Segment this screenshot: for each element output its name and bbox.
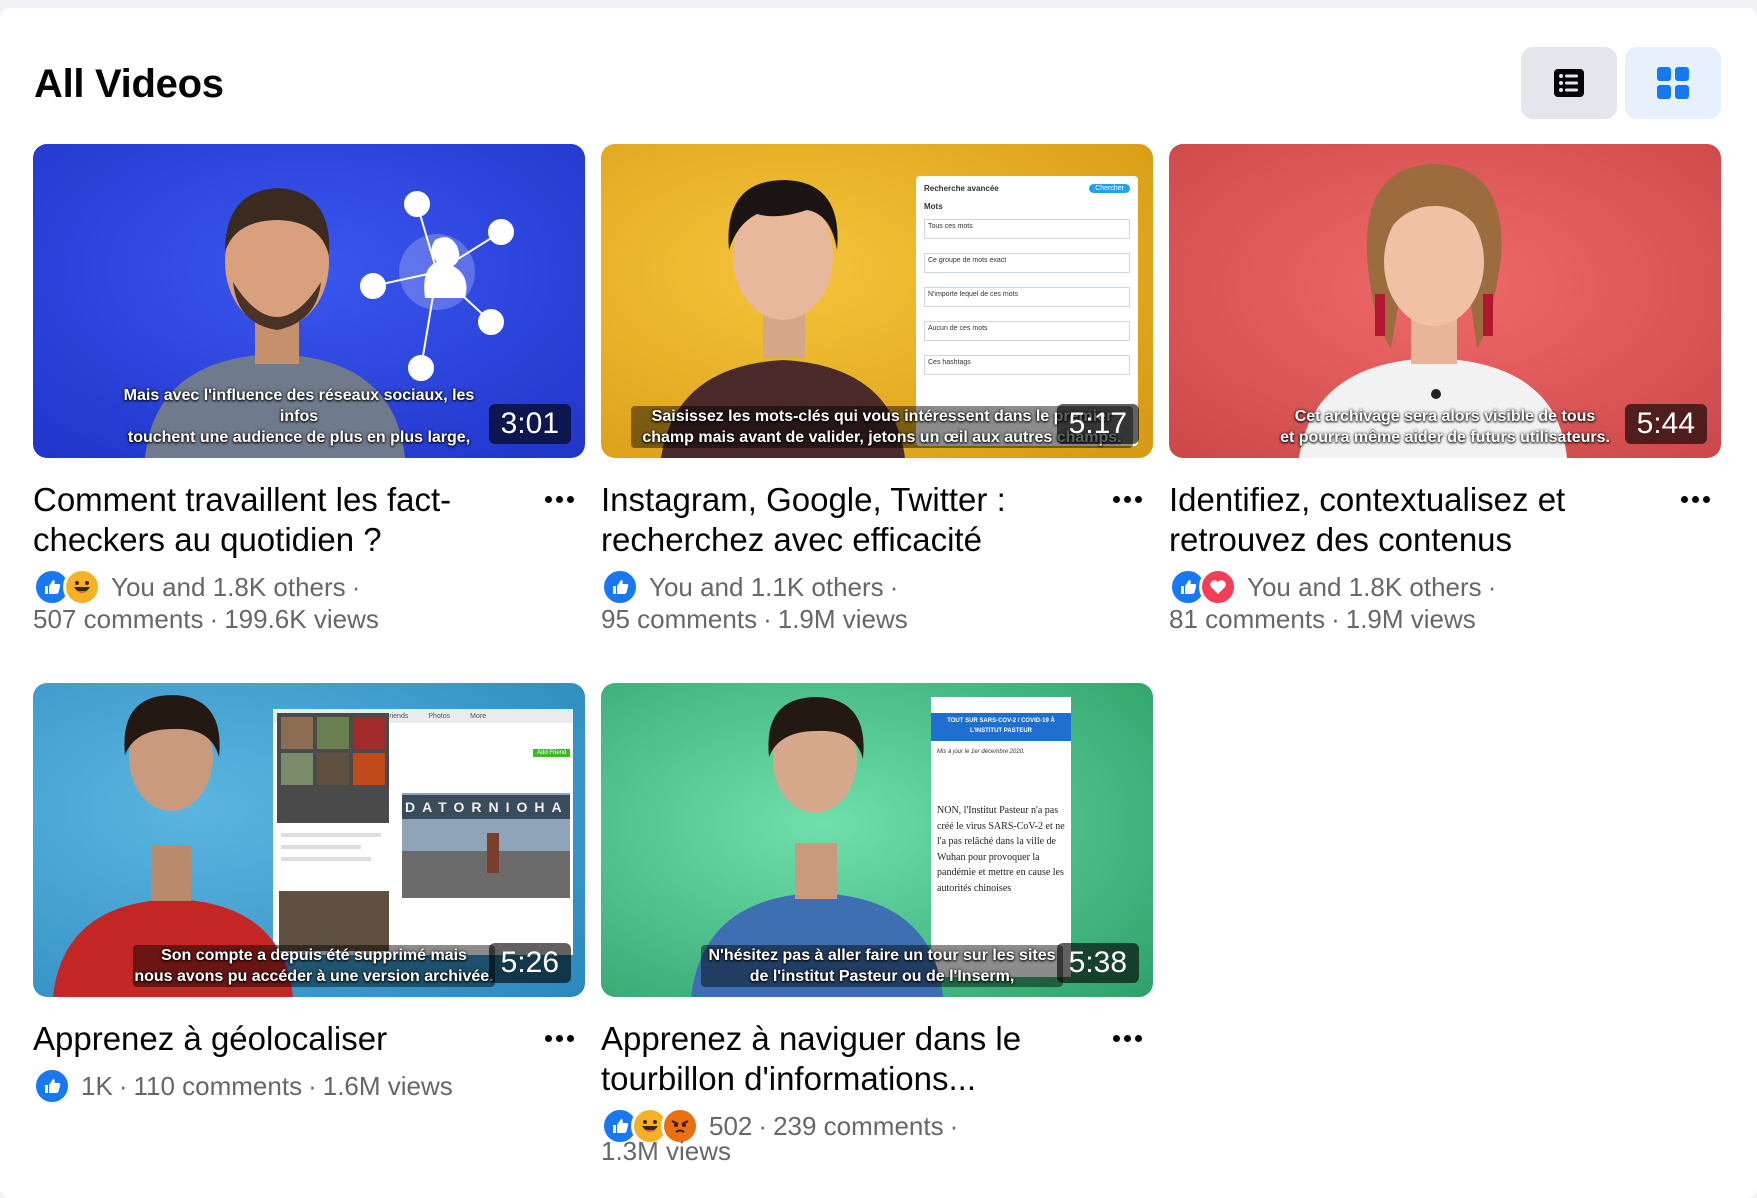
video-title[interactable]: Apprenez à géolocaliser [33,1019,503,1059]
views-count: 1.9M views [1345,604,1476,634]
dot-icon [566,495,574,503]
video-thumbnail[interactable]: Mais avec l'influence des réseaux sociau… [33,144,585,458]
video-stats: You and 1.8K others · 81 comments · 1.9M vi… [1169,568,1689,636]
overlay-add-friend: Add Friend [533,749,571,757]
video-card: Friends Photos More Add Friend DATORNIOH… [33,683,585,1105]
video-duration: 5:26 [488,943,571,983]
dot-icon [544,1034,552,1042]
dot-icon [1123,495,1131,503]
views-count: 1.6M views [322,1070,453,1101]
video-stats: You and 1.1K others · 95 comments · 1.9M vi… [601,568,1121,636]
video-caption: N'hésitez pas à aller faire un tour sur … [701,945,1063,987]
overlay-updated: Mis à jour le 1er décembre 2020. [937,749,1025,755]
reaction-icons[interactable] [1169,568,1237,606]
more-options-button[interactable] [537,484,581,514]
video-card: Cet archivage sera alors visible de tous… [1169,144,1721,634]
like-reaction-icon [33,1067,71,1105]
more-options-button[interactable] [1105,1023,1149,1053]
overlay-field: N'importe lequel de ces mots [924,287,1130,307]
overlay-section: Mots [924,202,943,211]
list-view-button[interactable] [1521,47,1617,119]
overlay-tab: Photos [428,713,451,720]
dot-icon [1112,1034,1120,1042]
reactors-text[interactable]: You and 1.8K others [111,571,346,604]
video-thumbnail[interactable]: Cet archivage sera alors visible de tous… [1169,144,1721,458]
haha-reaction-icon [63,568,101,606]
love-reaction-icon [1199,568,1237,606]
overlay-banner: TOUT SUR SARS-COV-2 / COVID-19 À L'INSTI… [947,718,1055,734]
dot-icon [566,1034,574,1042]
dot-icon [1691,495,1699,503]
overlay-search-button: Chercher [1089,183,1130,193]
video-title[interactable]: Instagram, Google, Twitter : recherchez … [601,480,1071,560]
reaction-icons[interactable] [33,568,101,606]
overlay-field: Ce groupe de mots exact [924,253,1130,273]
like-reaction-icon [601,568,639,606]
dot-icon [544,495,552,503]
dot-icon [1112,495,1120,503]
video-stats: 502 · 239 comments · 1.3M views [601,1107,1121,1168]
views-count: 1.9M views [777,604,908,634]
comments-count[interactable]: 95 comments [601,603,757,636]
video-stats: You and 1.8K others · 507 comments · 199.6K… [33,568,553,636]
views-count: 199.6K views [224,604,379,634]
comments-count[interactable]: 507 comments [33,603,204,636]
dot-icon [1680,495,1688,503]
dot-icon [1702,495,1710,503]
video-duration: 5:44 [1624,404,1707,444]
video-caption: Cet archivage sera alors visible de tous… [1280,408,1610,446]
grid-view-icon [1657,67,1689,99]
more-options-button[interactable] [1105,484,1149,514]
overlay-field: Aucun de ces mots [924,321,1130,341]
video-card: Mais avec l'influence des réseaux sociau… [33,144,585,634]
views-count: 1.3M views [601,1136,732,1166]
video-thumbnail[interactable]: TOUT SUR SARS-COV-2 / COVID-19 À L'INSTI… [601,683,1153,997]
video-caption: Mais avec l'influence des réseaux sociau… [123,387,475,446]
video-thumbnail[interactable]: Recherche avancée Chercher Mots Tous ces… [601,144,1153,458]
more-options-button[interactable] [1673,484,1717,514]
grid-view-button[interactable] [1625,47,1721,119]
video-title[interactable]: Comment travaillent les fact-checkers au… [33,480,503,560]
overlay-header: Recherche avancée [924,183,999,193]
dot-icon [1134,1034,1142,1042]
comments-count[interactable]: 81 comments [1169,603,1325,636]
more-options-button[interactable] [537,1023,581,1053]
reaction-icons[interactable] [601,568,639,606]
overlay-field: Ces hashtags [924,355,1130,375]
video-card: TOUT SUR SARS-COV-2 / COVID-19 À L'INSTI… [601,683,1153,1166]
overlay-tab: More [470,713,487,720]
reactors-text[interactable]: You and 1.8K others [1247,571,1482,604]
reactors-text[interactable]: 1K [81,1070,113,1103]
overlay-tabs: Friends Photos More [385,713,486,725]
overlay-field: Tous ces mots [924,219,1130,239]
page-title: All Videos [34,62,224,106]
dot-icon [1123,1034,1131,1042]
videos-panel: All Videos Mais avec l'influence des rés… [0,8,1757,1198]
overlay-tab: Friends [385,713,409,720]
video-thumbnail[interactable]: Friends Photos More Add Friend DATORNIOH… [33,683,585,997]
video-title[interactable]: Apprenez à naviguer dans le tourbillon d… [601,1019,1071,1099]
overlay-sign: DATORNIOHA [405,799,569,815]
dot-icon [555,1034,563,1042]
reaction-icons[interactable] [33,1067,71,1105]
video-duration: 5:38 [1056,943,1139,983]
video-duration: 5:17 [1056,404,1139,444]
dot-icon [555,495,563,503]
video-caption: Son compte a depuis été supprimé mais no… [133,945,495,987]
video-card: Recherche avancée Chercher Mots Tous ces… [601,144,1153,634]
video-stats: 1K · 110 comments · 1.6M views [33,1067,553,1105]
comments-count[interactable]: 110 comments [133,1070,302,1103]
reactors-text[interactable]: You and 1.1K others [649,571,884,604]
dot-icon [1134,495,1142,503]
list-view-icon [1554,69,1584,97]
comments-count[interactable]: 239 comments [773,1110,944,1143]
video-duration: 3:01 [488,404,571,444]
overlay-body: NON, l'Institut Pasteur n'a pas créé le … [937,805,1065,894]
video-title[interactable]: Identifiez, contextualisez et retrouvez … [1169,480,1639,560]
